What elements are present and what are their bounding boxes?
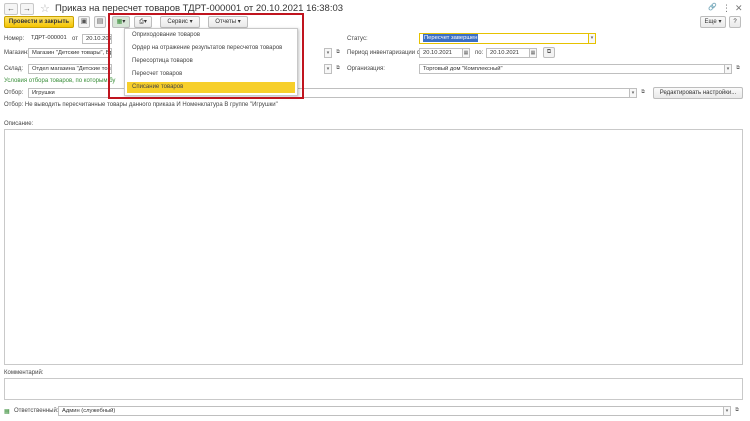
description-textarea[interactable]: [4, 129, 743, 365]
number-field[interactable]: ТДРТ-000001: [28, 34, 68, 44]
edit-settings-button[interactable]: Редактировать настройки...: [653, 87, 743, 99]
open-icon: ⧉: [336, 65, 340, 71]
post-button[interactable]: ▤: [94, 16, 106, 28]
open-icon: ⧉: [735, 407, 739, 413]
chevron-down-icon: ▾: [590, 35, 594, 41]
chevron-down-icon: ▾: [718, 19, 722, 25]
chevron-down-icon: ▾: [631, 90, 635, 96]
back-arrow-icon: ←: [7, 4, 15, 13]
date-from-label: от: [72, 36, 78, 42]
chevron-down-icon: ▾: [725, 408, 729, 414]
post-and-close-button[interactable]: Провести и закрыть: [4, 16, 74, 28]
filter-info-text: Отбор: Не выводить пересчитанные товары …: [4, 102, 278, 108]
forward-arrow-icon: →: [23, 4, 31, 13]
store-dropdown[interactable]: ▾: [324, 48, 332, 58]
organization-open-button[interactable]: ⧉: [734, 64, 742, 74]
back-button[interactable]: ←: [4, 3, 18, 15]
period-from-calendar[interactable]: ▦: [462, 48, 470, 58]
star-icon[interactable]: ☆: [40, 2, 50, 15]
period-to-field[interactable]: 20.10.2021: [486, 48, 530, 58]
responsible-field[interactable]: Админ (служебный): [58, 406, 724, 416]
forward-button[interactable]: →: [20, 3, 34, 15]
warehouse-label: Склад:: [4, 66, 24, 72]
more-icon[interactable]: ⋮: [722, 3, 731, 14]
number-label: Номер:: [4, 36, 25, 42]
filter-dropdown[interactable]: ▾: [629, 88, 637, 98]
open-icon: ⧉: [641, 89, 645, 95]
save-button[interactable]: ▣: [78, 16, 90, 28]
link-icon[interactable]: 🔗: [708, 3, 717, 11]
status-field[interactable]: Пересчет завершен: [419, 33, 589, 44]
close-icon[interactable]: ✕: [735, 3, 743, 14]
responsible-open-button[interactable]: ⧉: [733, 406, 741, 416]
status-value: Пересчет завершен: [423, 34, 479, 42]
calendar-icon: ▦: [463, 50, 469, 56]
chevron-down-icon: ▾: [726, 66, 730, 72]
description-label: Описание:: [4, 121, 34, 127]
warehouse-open-button[interactable]: ⧉: [334, 64, 342, 74]
store-field[interactable]: Магазин "Детские товары", Бр: [28, 48, 112, 58]
selection-conditions-link[interactable]: Условия отбора товаров, по которым бу: [4, 78, 115, 84]
organization-label: Организация:: [347, 66, 385, 72]
highlight-frame: [108, 13, 304, 99]
comment-textarea[interactable]: [4, 378, 743, 400]
store-open-button[interactable]: ⧉: [334, 48, 342, 58]
chevron-down-icon: ▾: [326, 66, 330, 72]
filter-label: Отбор:: [4, 90, 24, 96]
status-dropdown[interactable]: ▾: [588, 33, 596, 44]
responsible-label: Ответственный:: [14, 408, 59, 414]
calendar-icon: ▦: [530, 50, 536, 56]
chevron-down-icon: ▾: [326, 50, 330, 56]
organization-dropdown[interactable]: ▾: [724, 64, 732, 74]
open-icon: ⧉: [336, 49, 340, 55]
period-to-calendar[interactable]: ▦: [529, 48, 537, 58]
save-icon: ▣: [80, 18, 88, 25]
period-to-label: по:: [475, 50, 484, 56]
store-label: Магазин:: [4, 50, 29, 56]
responsible-icon: ▦: [4, 409, 10, 415]
help-button[interactable]: ?: [729, 16, 741, 28]
period-select-button[interactable]: ⧉: [543, 47, 555, 58]
warehouse-field[interactable]: Отдел магазина "Детские това: [28, 64, 112, 74]
more-actions-button[interactable]: Еще ▾: [700, 16, 726, 28]
comment-label: Комментарий:: [4, 370, 44, 376]
post-icon: ▤: [96, 18, 104, 25]
period-from-field[interactable]: 20.10.2021: [419, 48, 463, 58]
period-icon: ⧉: [546, 49, 552, 55]
status-label: Статус:: [347, 36, 368, 42]
warehouse-dropdown[interactable]: ▾: [324, 64, 332, 74]
period-label: Период инвентаризации с:: [347, 50, 422, 56]
responsible-dropdown[interactable]: ▾: [723, 406, 731, 416]
organization-field[interactable]: Торговый дом "Комплексный": [419, 64, 725, 74]
open-icon: ⧉: [736, 65, 740, 71]
filter-open-button[interactable]: ⧉: [639, 88, 647, 98]
more-label: Еще: [704, 19, 717, 25]
